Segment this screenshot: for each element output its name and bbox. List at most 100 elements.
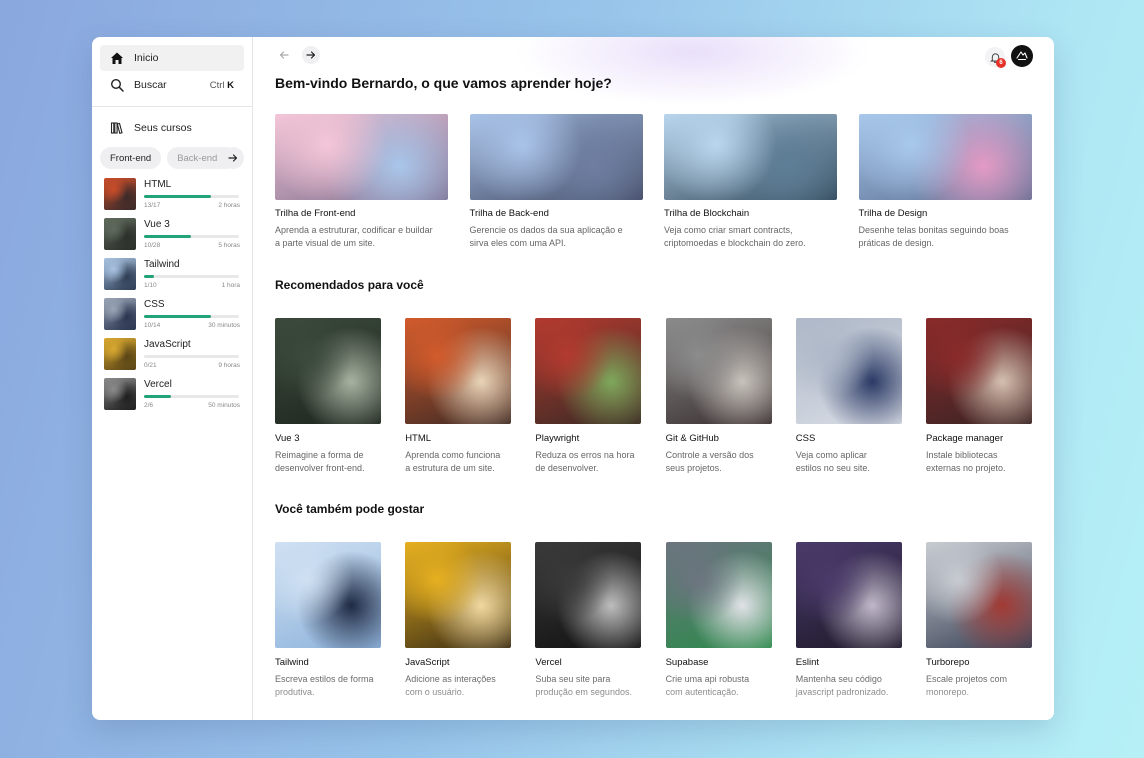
course-progress-fill xyxy=(144,235,191,238)
sidebar-item-inicio[interactable]: Inicio xyxy=(100,45,244,71)
course-card-image[interactable] xyxy=(535,318,642,424)
recommended-heading: Recomendados para você xyxy=(275,278,424,292)
course-card-title[interactable]: Eslint xyxy=(796,657,819,668)
course-progress-text: 0/21 xyxy=(144,362,157,369)
course-card-description: javascript padronizado. xyxy=(795,687,889,697)
forward-button[interactable] xyxy=(302,46,320,64)
track-description: Veja como criar smart contracts, xyxy=(664,225,793,235)
course-thumbnail xyxy=(104,178,136,210)
course-card-description: Reimagine a forma de xyxy=(275,450,364,460)
course-progress-bar xyxy=(144,315,239,318)
course-duration: 1 hora xyxy=(221,282,240,289)
search-shortcut: Ctrl K xyxy=(209,79,234,91)
course-item[interactable]: Vue 3 10/28 5 horas xyxy=(104,218,240,251)
course-card-title[interactable]: Turborepo xyxy=(926,657,969,668)
track-image[interactable] xyxy=(469,114,643,200)
sidebar-item-seus-cursos[interactable]: Seus cursos xyxy=(100,115,244,141)
course-card-description: Suba seu site para xyxy=(535,674,611,684)
course-card-image[interactable] xyxy=(795,542,902,648)
course-progress-fill xyxy=(144,195,211,198)
logo-icon xyxy=(1016,51,1028,61)
course-thumbnail xyxy=(104,218,136,250)
course-card-description: produção em segundos. xyxy=(535,687,632,697)
course-name: CSS xyxy=(144,299,165,310)
course-card-description: estilos no seu site. xyxy=(795,463,870,473)
track-image[interactable] xyxy=(664,114,837,200)
course-card-image[interactable] xyxy=(535,542,642,648)
course-card-title[interactable]: CSS xyxy=(796,433,816,444)
course-card-description: Crie uma api robusta xyxy=(665,674,750,684)
home-icon xyxy=(110,51,124,65)
course-item[interactable]: Vercel 2/6 50 minutos xyxy=(104,378,240,411)
course-progress-text: 13/17 xyxy=(144,202,161,209)
header-glow xyxy=(513,37,873,107)
course-card-image[interactable] xyxy=(926,318,1032,424)
course-card-description: com autenticação. xyxy=(665,687,739,697)
course-card-description: a estrutura de um site. xyxy=(405,463,495,473)
main-content: 6 Bem-vindo Bernardo, o que vamos aprend… xyxy=(253,37,1054,720)
sidebar-divider xyxy=(92,106,253,107)
course-item[interactable]: CSS 10/14 30 minutos xyxy=(104,298,240,331)
course-card-title[interactable]: Playwright xyxy=(535,433,579,444)
avatar[interactable] xyxy=(1011,45,1033,67)
course-card-title[interactable]: Tailwind xyxy=(275,657,309,668)
track-description: Gerencie os dados da sua aplicação e xyxy=(469,225,623,235)
track-title[interactable]: Trilha de Blockchain xyxy=(664,208,749,219)
course-progress-bar xyxy=(144,275,239,278)
course-progress-bar xyxy=(144,355,239,358)
track-image[interactable] xyxy=(858,114,1032,200)
course-card-image[interactable] xyxy=(275,542,381,648)
course-card-description: Escale projetos com xyxy=(926,674,1008,684)
course-thumbnail xyxy=(104,378,136,410)
track-description: criptomoedas e blockchain do zero. xyxy=(664,238,806,248)
course-thumbnail xyxy=(104,258,136,290)
course-card-description: Mantenha seu código xyxy=(795,674,882,684)
course-item[interactable]: Tailwind 1/10 1 hora xyxy=(104,258,240,291)
course-card-description: monorepo. xyxy=(926,687,970,697)
sidebar-item-buscar[interactable]: Buscar Ctrl K xyxy=(100,72,244,98)
course-card-image[interactable] xyxy=(275,318,381,424)
course-card-image[interactable] xyxy=(795,318,902,424)
course-item[interactable]: HTML 13/17 2 horas xyxy=(104,178,240,211)
course-card-title[interactable]: JavaScript xyxy=(405,657,449,668)
course-card-image[interactable] xyxy=(926,542,1032,648)
course-progress-bar xyxy=(144,195,239,198)
course-card-description: Veja como aplicar xyxy=(795,450,867,460)
course-card-description: com o usuário. xyxy=(405,687,465,697)
course-card-title[interactable]: HTML xyxy=(405,433,431,444)
also-heading: Você também pode gostar xyxy=(275,502,425,516)
course-progress-fill xyxy=(144,315,211,318)
course-item[interactable]: JavaScript 0/21 9 horas xyxy=(104,338,240,371)
course-card-title[interactable]: Vercel xyxy=(535,657,561,668)
track-title[interactable]: Trilha de Front-end xyxy=(275,208,355,219)
course-card-image[interactable] xyxy=(405,318,512,424)
sidebar-item-label: Buscar xyxy=(134,79,167,91)
arrow-left-icon xyxy=(279,51,289,59)
course-card-description: seus projetos. xyxy=(665,463,722,473)
course-card-description: produtiva. xyxy=(275,687,315,697)
course-name: Vue 3 xyxy=(144,219,170,230)
course-name: Vercel xyxy=(144,379,172,390)
course-duration: 5 horas xyxy=(218,242,240,249)
track-description: Desenhe telas bonitas seguindo boas xyxy=(858,225,1009,235)
track-title[interactable]: Trilha de Design xyxy=(859,208,928,219)
course-name: HTML xyxy=(144,179,172,190)
course-card-title[interactable]: Git & GitHub xyxy=(666,433,719,444)
chips-next-button[interactable] xyxy=(222,147,244,169)
course-card-image[interactable] xyxy=(665,542,772,648)
track-title[interactable]: Trilha de Back-end xyxy=(470,208,549,219)
course-progress-fill xyxy=(144,395,171,398)
course-card-description: de desenvolver. xyxy=(535,463,599,473)
course-card-description: externas no projeto. xyxy=(926,463,1006,473)
chip-front-end[interactable]: Front-end xyxy=(100,147,162,169)
course-card-title[interactable]: Vue 3 xyxy=(275,433,299,444)
course-card-title[interactable]: Package manager xyxy=(926,433,1003,444)
course-duration: 50 minutos xyxy=(208,402,240,409)
back-button[interactable] xyxy=(275,46,293,64)
course-card-title[interactable]: Supabase xyxy=(666,657,709,668)
sidebar: Inicio Buscar Ctrl K Seus cursos Front-e… xyxy=(92,37,253,720)
course-card-description: Adicione as interações xyxy=(405,674,496,684)
course-card-image[interactable] xyxy=(405,542,512,648)
course-card-image[interactable] xyxy=(665,318,772,424)
track-image[interactable] xyxy=(275,114,448,200)
